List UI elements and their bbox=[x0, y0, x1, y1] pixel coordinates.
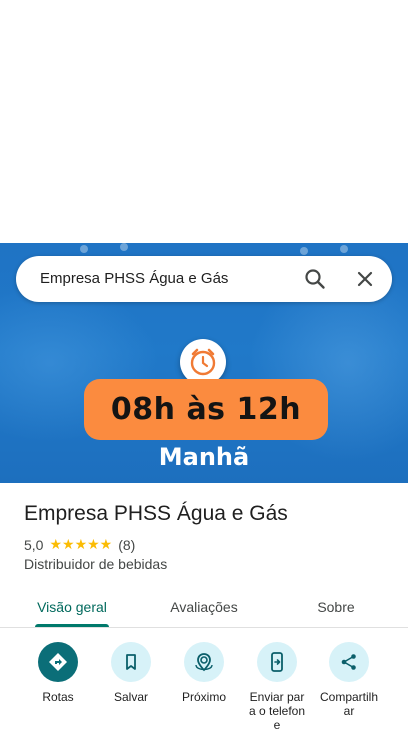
place-title: Empresa PHSS Água e Gás bbox=[24, 502, 288, 525]
nearby-button[interactable]: Próximo bbox=[164, 640, 244, 704]
search-input[interactable]: Empresa PHSS Água e Gás bbox=[40, 270, 228, 287]
place-category: Distribuidor de bebidas bbox=[24, 556, 168, 572]
bookmark-icon bbox=[111, 642, 151, 682]
star-rating-icons: ★★★★★ bbox=[49, 536, 113, 552]
share-label: Compartilhar bbox=[319, 690, 379, 718]
directions-icon bbox=[38, 642, 78, 682]
divider bbox=[0, 627, 408, 628]
photo-sparkle bbox=[340, 245, 348, 253]
directions-label: Rotas bbox=[42, 690, 74, 704]
photo-sparkle bbox=[80, 245, 88, 253]
send-to-phone-icon bbox=[257, 642, 297, 682]
tab-overview[interactable]: Visão geral bbox=[20, 588, 124, 626]
rating-value: 5,0 bbox=[24, 536, 44, 553]
send-to-phone-button[interactable]: Enviar para o telefone bbox=[237, 640, 317, 732]
tab-reviews[interactable]: Avaliações bbox=[152, 588, 256, 626]
action-buttons: Rotas Salvar Próximo Enviar para o telef… bbox=[0, 640, 408, 732]
save-button[interactable]: Salvar bbox=[91, 640, 171, 704]
time-range-banner: 08h às 12h bbox=[84, 379, 328, 440]
search-icon[interactable] bbox=[302, 266, 328, 292]
period-label: Manhã bbox=[158, 443, 250, 471]
place-tabs: Visão geral Avaliações Sobre bbox=[0, 588, 408, 627]
share-button[interactable]: Compartilhar bbox=[309, 640, 389, 718]
nearby-label: Próximo bbox=[181, 690, 226, 704]
photo-sparkle bbox=[120, 243, 128, 251]
search-bar[interactable]: Empresa PHSS Água e Gás bbox=[16, 256, 392, 302]
save-label: Salvar bbox=[113, 690, 148, 704]
nearby-icon bbox=[184, 642, 224, 682]
close-icon[interactable] bbox=[352, 266, 378, 292]
directions-button[interactable]: Rotas bbox=[18, 640, 98, 704]
share-icon bbox=[329, 642, 369, 682]
review-count[interactable]: (8) bbox=[118, 537, 135, 553]
rating-row[interactable]: 5,0 ★★★★★ (8) bbox=[24, 536, 135, 553]
photo-sparkle bbox=[300, 247, 308, 255]
tab-about[interactable]: Sobre bbox=[284, 588, 388, 626]
map-area-blank bbox=[0, 0, 408, 243]
